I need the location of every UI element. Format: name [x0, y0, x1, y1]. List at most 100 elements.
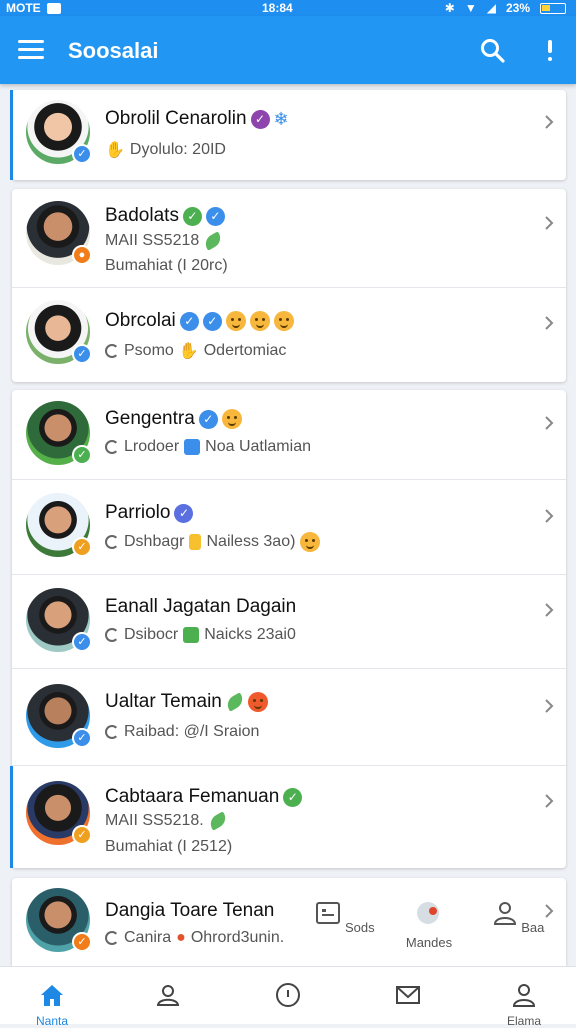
signal-icon: ◢ [486, 1, 496, 15]
contact-name: Eanall Jagatan Dagain [105, 596, 297, 617]
contact-detail: Raibad: @/I Sraion [124, 723, 260, 740]
quick-action-label: Baa [521, 920, 545, 935]
status-badge-icon: ✓ [72, 537, 92, 557]
nav-account[interactable]: Elama [479, 967, 569, 1028]
avatar: ✓ [26, 493, 92, 557]
contact-detail: Lrodoer [124, 438, 180, 455]
quick-action-label: Mandes [405, 935, 453, 950]
verified-icon: ✓ [174, 503, 194, 523]
contact-name: Obrolil Cenarolin [105, 108, 247, 129]
contact-detail: Psomo [124, 342, 174, 359]
menu-icon[interactable] [18, 40, 44, 60]
quick-action-sods[interactable]: Sods [315, 900, 375, 935]
contact-name: Dangia Toare Tenan [105, 900, 275, 921]
verified-icon: ✓ [283, 787, 303, 807]
battery-icon [540, 2, 566, 14]
people-icon [156, 985, 180, 1006]
contact-name: Gengentra [105, 408, 195, 429]
snowflake-icon: ❄ [273, 108, 289, 129]
contact-name: Cabtaara Femanuan [105, 786, 280, 807]
avatar: ✓ [26, 781, 92, 845]
hand-icon: ✋ [105, 142, 125, 159]
wifi-icon: ▼ [464, 1, 477, 15]
verified-badge-icon: ✓ [72, 144, 92, 164]
verified-badge-icon: ✓ [72, 632, 92, 652]
chevron-right-icon [545, 509, 554, 523]
leaf-icon [202, 231, 225, 251]
status-badge-icon: ✓ [72, 445, 92, 465]
contact-detail: Dyolulo: 20ID [129, 141, 226, 158]
nav-people[interactable] [123, 967, 213, 1025]
leaf-icon [206, 811, 229, 831]
avatar: ✓ [26, 888, 92, 952]
contact-detail-2: Bumahiat (I 2512) [105, 838, 233, 855]
refresh-icon [105, 344, 119, 358]
chevron-right-icon [545, 794, 554, 808]
contact-detail: MAII SS5218 [105, 232, 200, 249]
refresh-icon [105, 440, 119, 454]
status-badge-icon: ✓ [72, 825, 92, 845]
quick-action-baa[interactable]: Baa [489, 900, 547, 935]
contact-detail-b: Nailess 3ao) [206, 533, 296, 550]
verified-icon: ✓ [182, 206, 202, 226]
contact-row[interactable]: ✓ Obrolil Cenarolin ✓ ❄ ✋ Dyolulo: 20ID [10, 90, 566, 180]
contact-row[interactable]: ✓ Gengentra ✓ Lrodoer Noa Uatlamian [12, 390, 566, 479]
avatar: ✓ [26, 100, 92, 164]
smile-emoji-icon [225, 311, 246, 331]
smile-emoji-icon [273, 311, 294, 331]
contact-row[interactable]: ✓ Ualtar Temain Raibad: @/I Sraion [12, 668, 566, 765]
contact-detail: Dsibocr [124, 626, 179, 643]
chevron-right-icon [545, 699, 554, 713]
app-title: Soosalai [68, 38, 159, 63]
refresh-icon [105, 535, 119, 549]
profile-dot-icon [417, 902, 439, 924]
quick-action-mandes[interactable]: Mandes [399, 900, 459, 950]
nav-messages[interactable] [363, 967, 453, 1025]
chevron-right-icon [545, 603, 554, 617]
tag-icon [189, 534, 202, 550]
avatar: ✓ [26, 588, 92, 652]
contact-row[interactable]: ● Badolats ✓ ✓ MAII SS5218 Bumahiat (I 2… [12, 189, 566, 287]
verified-icon: ✓ [205, 206, 225, 226]
status-badge-icon: ✓ [72, 932, 92, 952]
verified-badge-icon: ✓ [72, 344, 92, 364]
contact-row[interactable]: ✓ Parriolo ✓ Dshbagr Nailess 3ao) [12, 479, 566, 574]
contact-detail-b: Naicks 23ai0 [204, 626, 296, 643]
contact-detail: MAII SS5218. [105, 812, 204, 829]
avatar: ✓ [26, 401, 92, 465]
smile-emoji-icon [247, 692, 268, 712]
contact-detail: Canira [124, 929, 172, 946]
contact-detail: Dshbagr [124, 533, 185, 550]
nav-label: Elama [506, 1014, 541, 1028]
refresh-icon [105, 628, 119, 642]
person-icon [493, 902, 516, 925]
chevron-right-icon [545, 316, 554, 330]
contact-detail-b: Odertomiac [203, 342, 287, 359]
smile-emoji-icon [300, 532, 321, 552]
smile-emoji-icon [221, 409, 242, 429]
contact-detail-2: Bumahiat (I 20rc) [105, 257, 228, 274]
contact-name: Parriolo [105, 502, 171, 523]
contact-row[interactable]: ✓ Cabtaara Femanuan ✓ MAII SS5218. Bumah… [10, 765, 566, 868]
contact-detail-b: Noa Uatlamian [205, 438, 311, 455]
battery-percent: 23% [505, 1, 530, 15]
status-badge-icon: ● [72, 245, 92, 265]
nav-home[interactable]: Nanta [7, 967, 97, 1028]
contact-row[interactable]: ✓ Eanall Jagatan Dagain Dsibocr Naicks 2… [12, 574, 566, 668]
search-icon[interactable] [480, 38, 506, 64]
account-icon [512, 984, 536, 1007]
home-icon [41, 985, 63, 1006]
carrier-label: MOTE [6, 1, 41, 15]
contact-row[interactable]: ✓ Dangia Toare Tenan Canira ● Ohrord3uni… [12, 878, 566, 966]
verified-icon: ✓ [198, 409, 218, 429]
hand-icon: ✋ [178, 343, 199, 360]
chevron-right-icon [545, 416, 554, 430]
smile-emoji-icon [249, 311, 270, 331]
square-icon [184, 439, 201, 455]
contact-name: Ualtar Temain [105, 691, 222, 712]
more-icon[interactable] [545, 40, 555, 64]
contact-card: ✓ Dangia Toare Tenan Canira ● Ohrord3uni… [12, 878, 566, 966]
contact-row[interactable]: ✓ Obrcolai ✓ ✓ Psomo ✋ Odertomiac [12, 287, 566, 382]
leaf-icon [224, 692, 246, 712]
nav-explore[interactable] [243, 967, 333, 1025]
